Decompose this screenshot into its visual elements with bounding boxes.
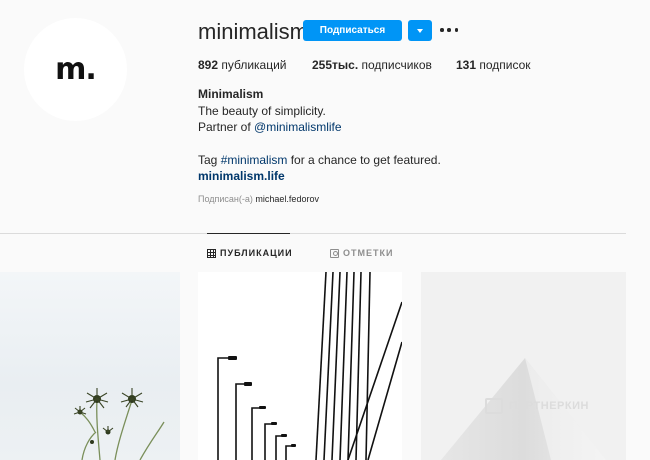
watermark: ПАРТНЕРКИН <box>485 398 589 414</box>
bio-line-1: The beauty of simplicity. <box>198 103 326 118</box>
profile-full-name: Minimalism <box>198 87 264 101</box>
followers-label: подписчиков <box>361 58 432 72</box>
bio-line-2-text: Partner of <box>198 120 255 134</box>
more-dots-icon <box>440 28 444 32</box>
tab-tagged-label: ОТМЕТКИ <box>343 248 394 258</box>
hashtag-link[interactable]: #minimalism <box>221 153 288 167</box>
profile-avatar[interactable]: m. <box>24 18 127 121</box>
bio-line-3-suffix: for a chance to get featured. <box>287 152 441 167</box>
following-stat[interactable]: 131 подписок <box>456 58 531 72</box>
tagged-icon <box>330 248 339 258</box>
avatar-logo-text: m. <box>55 52 97 87</box>
followers-count: 255тыс. <box>312 58 359 72</box>
profile-bio: Minimalism The beauty of simplicity. Par… <box>198 86 441 185</box>
bio-line-3-prefix: Tag <box>198 152 221 167</box>
tab-posts[interactable]: ПУБЛИКАЦИИ <box>207 248 293 258</box>
post-thumbnail[interactable] <box>0 272 180 460</box>
posts-label: публикаций <box>221 58 287 72</box>
post-image-pyramid <box>441 358 606 460</box>
active-tab-indicator <box>207 233 290 234</box>
following-label: подписок <box>479 58 531 72</box>
suggested-dropdown-button[interactable] <box>408 20 432 41</box>
tabs-divider <box>0 233 626 234</box>
post-image-lamps <box>217 272 402 460</box>
post-image-flowers <box>73 388 165 460</box>
bio-line-3: Tag #minimalism for a chance to get feat… <box>198 152 441 169</box>
following-count: 131 <box>456 58 477 72</box>
post-thumbnail[interactable] <box>421 272 626 460</box>
followed-by[interactable]: Подписан(-а) michael.fedorov <box>198 194 319 204</box>
profile-username: minimalism <box>198 19 308 44</box>
grid-icon <box>207 248 216 258</box>
partner-mention-link[interactable]: @minimalismlife <box>254 120 342 134</box>
watermark-icon <box>485 398 503 414</box>
followed-by-label: Подписан(-а) <box>198 194 253 204</box>
watermark-text: ПАРТНЕРКИН <box>509 400 589 412</box>
follow-button[interactable]: Подписаться <box>303 20 402 41</box>
more-options-button[interactable] <box>440 22 458 38</box>
more-dot <box>454 28 458 32</box>
post-thumbnail[interactable] <box>198 272 402 460</box>
bio-spacer <box>198 136 441 152</box>
bio-line-2: Partner of @minimalismlife <box>198 119 441 136</box>
posts-stat: 892 публикаций <box>198 58 287 72</box>
tab-posts-label: ПУБЛИКАЦИИ <box>220 248 293 258</box>
more-dot <box>447 28 451 32</box>
tab-tagged[interactable]: ОТМЕТКИ <box>330 248 393 258</box>
followed-by-user: michael.fedorov <box>255 194 319 204</box>
followers-stat[interactable]: 255тыс. подписчиков <box>312 58 432 72</box>
chevron-down-icon <box>417 28 423 33</box>
posts-count: 892 <box>198 58 219 72</box>
website-link[interactable]: minimalism.life <box>198 168 441 185</box>
